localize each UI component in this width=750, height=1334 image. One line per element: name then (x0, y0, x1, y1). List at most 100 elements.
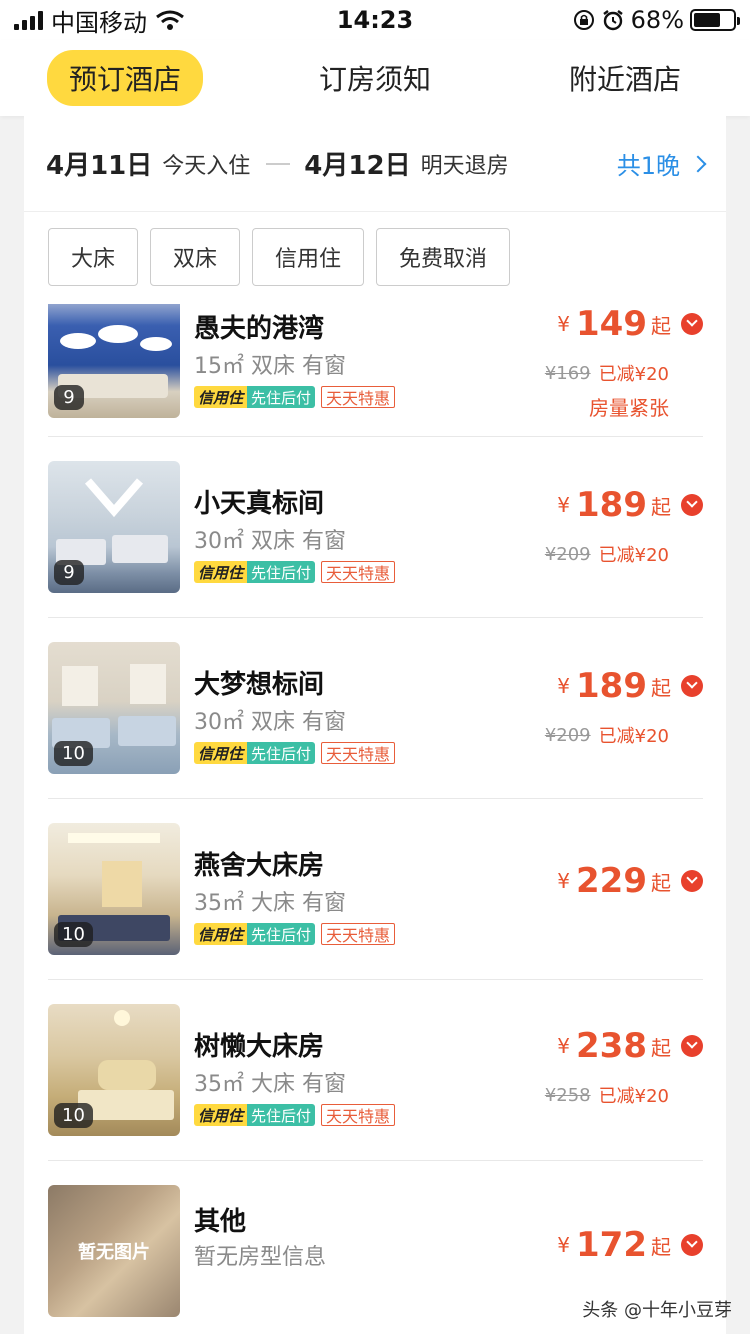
expand-chevron-icon[interactable] (681, 675, 703, 697)
credit-stay-tag: 信用住 先住后付 (194, 386, 316, 408)
filter-king-bed[interactable]: 大床 (48, 228, 139, 286)
pay-later-label: 先住后付 (247, 561, 316, 583)
original-price: ¥209 (544, 724, 591, 746)
filter-bar: 大床 双床 信用住 免费取消 (24, 212, 726, 288)
tab-book-hotel[interactable]: 预订酒店 (46, 50, 203, 106)
price-suffix: 起 (651, 675, 671, 700)
room-tags: 信用住 先住后付 天天特惠 (194, 386, 396, 408)
status-bar: 中国移动 14:23 68% (0, 0, 750, 40)
daily-deal-tag: 天天特惠 (321, 1104, 396, 1126)
room-tags: 信用住 先住后付 天天特惠 (194, 923, 396, 945)
checkin-date: 4月11日 (46, 151, 153, 181)
room-price[interactable]: ¥ 229 起 (557, 861, 703, 901)
credit-stay-tag: 信用住 先住后付 (194, 923, 316, 945)
filter-free-cancel[interactable]: 免费取消 (376, 228, 511, 286)
room-photo[interactable]: 10 (48, 823, 180, 955)
room-photo[interactable]: 10 (48, 642, 180, 774)
room-spec: 35㎡ 大床 有窗 (194, 891, 346, 916)
room-price[interactable]: ¥ 149 起 (557, 304, 703, 344)
room-tags: 信用住 先住后付 天天特惠 (194, 1104, 396, 1126)
expand-chevron-icon[interactable] (681, 1035, 703, 1057)
expand-chevron-icon[interactable] (681, 494, 703, 516)
price-currency: ¥ (557, 493, 571, 517)
room-photo[interactable]: 9 (48, 461, 180, 593)
room-item[interactable]: 9 小天真标间 30㎡ 双床 有窗 信用住 先住后付 天天特惠 ¥ 189 起 … (48, 437, 703, 618)
carrier-label: 中国移动 (51, 8, 147, 37)
room-name: 燕舍大床房 (194, 851, 325, 881)
room-list: 9 愚夫的港湾 15㎡ 双床 有窗 信用住 先住后付 天天特惠 ¥ 149 起 … (48, 304, 703, 1334)
price-suffix: 起 (651, 313, 671, 338)
filter-twin-bed[interactable]: 双床 (150, 228, 241, 286)
room-name: 其他 (194, 1207, 247, 1237)
filter-credit-stay[interactable]: 信用住 (252, 228, 365, 286)
original-price: ¥258 (544, 1084, 591, 1106)
discount-info: ¥209 已减¥20 (545, 541, 669, 567)
room-item[interactable]: 10 大梦想标间 30㎡ 双床 有窗 信用住 先住后付 天天特惠 ¥ 189 起… (48, 618, 703, 799)
pay-later-label: 先住后付 (247, 923, 316, 945)
room-photo[interactable]: 9 (48, 304, 180, 418)
room-spec: 30㎡ 双床 有窗 (194, 710, 346, 735)
credit-stay-label: 信用住 (194, 1104, 248, 1126)
room-item[interactable]: 10 树懒大床房 35㎡ 大床 有窗 信用住 先住后付 天天特惠 ¥ 238 起… (48, 980, 703, 1161)
price-value: 149 (576, 304, 647, 344)
price-suffix: 起 (651, 1035, 671, 1060)
photo-count-badge: 9 (54, 560, 84, 585)
expand-chevron-icon[interactable] (681, 313, 703, 335)
room-tags: 信用住 先住后付 天天特惠 (194, 561, 396, 583)
nights-count[interactable]: 共1晚 (616, 146, 707, 181)
credit-stay-label: 信用住 (194, 742, 248, 764)
photo-count-badge: 9 (54, 385, 84, 410)
credit-stay-label: 信用住 (194, 561, 248, 583)
battery-icon (690, 9, 740, 31)
pay-later-label: 先住后付 (247, 742, 316, 764)
nights-label: 共1晚 (616, 152, 680, 180)
discount-info: ¥258 已减¥20 (545, 1082, 669, 1108)
original-price: ¥209 (544, 543, 591, 565)
credit-stay-tag: 信用住 先住后付 (194, 561, 316, 583)
credit-stay-label: 信用住 (194, 386, 248, 408)
credit-stay-tag: 信用住 先住后付 (194, 742, 316, 764)
room-price[interactable]: ¥ 189 起 (557, 666, 703, 706)
room-price[interactable]: ¥ 238 起 (557, 1026, 703, 1066)
top-nav: 预订酒店 订房须知 附近酒店 (0, 40, 750, 116)
room-name: 树懒大床房 (194, 1032, 325, 1062)
room-price[interactable]: ¥ 189 起 (557, 485, 703, 525)
status-left: 中国移动 (14, 3, 185, 38)
pay-later-label: 先住后付 (247, 386, 316, 408)
checkout-date: 4月12日 (304, 151, 411, 181)
tab-booking-notes[interactable]: 订房须知 (297, 50, 453, 106)
rotation-lock-icon (573, 10, 594, 30)
price-suffix: 起 (651, 870, 671, 895)
expand-chevron-icon[interactable] (681, 870, 703, 892)
daily-deal-tag: 天天特惠 (321, 742, 396, 764)
discount-amount: 已减¥20 (598, 545, 669, 566)
room-item[interactable]: 10 燕舍大床房 35㎡ 大床 有窗 信用住 先住后付 天天特惠 ¥ 229 起 (48, 799, 703, 980)
price-suffix: 起 (651, 494, 671, 519)
room-tags: 信用住 先住后付 天天特惠 (194, 742, 396, 764)
discount-info: ¥169 已减¥20 (545, 360, 669, 386)
date-selector[interactable]: 4月11日 今天入住 4月12日 明天退房 共1晚 (24, 116, 726, 212)
photo-count-badge: 10 (54, 741, 93, 766)
room-photo[interactable]: 10 (48, 1004, 180, 1136)
room-price[interactable]: ¥ 172 起 (557, 1225, 703, 1265)
room-spec: 15㎡ 双床 有窗 (194, 354, 346, 379)
date-separator (266, 162, 291, 165)
expand-chevron-icon[interactable] (681, 1234, 703, 1256)
photo-count-badge: 10 (54, 1103, 93, 1128)
price-currency: ¥ (557, 1034, 571, 1058)
room-name: 大梦想标间 (194, 670, 325, 700)
availability-note: 房量紧张 (589, 396, 669, 420)
tab-nearby-hotels[interactable]: 附近酒店 (547, 50, 703, 106)
daily-deal-tag: 天天特惠 (321, 386, 396, 408)
checkout-label: 明天退房 (420, 153, 509, 179)
pay-later-label: 先住后付 (247, 1104, 316, 1126)
discount-amount: 已减¥20 (598, 1086, 669, 1107)
discount-amount: 已减¥20 (598, 726, 669, 747)
room-photo[interactable]: 暂无图片 (48, 1185, 180, 1317)
original-price: ¥169 (544, 362, 591, 384)
checkin-label: 今天入住 (162, 153, 251, 179)
daily-deal-tag: 天天特惠 (321, 923, 396, 945)
wifi-icon (156, 10, 184, 30)
room-item[interactable]: 9 愚夫的港湾 15㎡ 双床 有窗 信用住 先住后付 天天特惠 ¥ 149 起 … (48, 304, 703, 437)
room-spec: 30㎡ 双床 有窗 (194, 529, 346, 554)
